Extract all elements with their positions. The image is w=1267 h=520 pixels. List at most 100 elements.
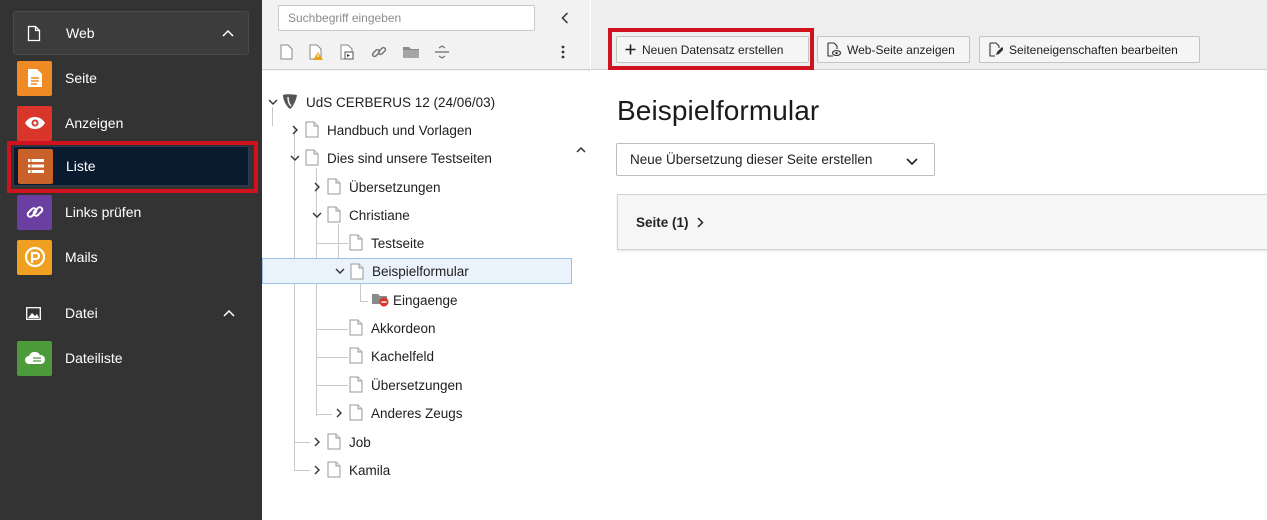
chevron-down-icon[interactable]: [267, 96, 279, 108]
chevron-right-icon[interactable]: [311, 436, 323, 448]
chevron-down-icon[interactable]: [311, 209, 323, 221]
page-icon: [327, 206, 341, 223]
button-label: Web-Seite anzeigen: [847, 42, 955, 57]
module-item-label: Links prüfen: [65, 204, 142, 220]
eye-icon: [17, 105, 52, 141]
tree-node[interactable]: Übersetzungen: [262, 372, 572, 398]
tree-node[interactable]: Kamila: [262, 457, 572, 483]
view-page-icon: [826, 42, 841, 57]
highlight-frame: [608, 28, 814, 70]
chevron-down-icon[interactable]: [289, 152, 301, 164]
module-item-seite[interactable]: Seite: [13, 58, 249, 98]
highlight-frame: [7, 141, 258, 193]
module-item-label: Seite: [65, 70, 97, 86]
folder-restricted-icon: [371, 291, 391, 308]
page-icon: [327, 178, 341, 195]
tree-node-label: Akkordeon: [371, 320, 436, 336]
chevron-right-icon[interactable]: [311, 464, 323, 476]
page-icon: [305, 149, 319, 166]
page-icon: [349, 234, 363, 251]
page-tree-panel: UdS CERBERUS 12 (24/06/03) Handbuch und …: [262, 0, 590, 520]
module-item-label: Anzeigen: [65, 115, 124, 131]
translation-select[interactable]: Neue Übersetzung dieser Seite erstellen: [616, 143, 935, 176]
tree-node-label: Kachelfeld: [371, 348, 435, 364]
module-item-anzeigen[interactable]: Anzeigen: [13, 103, 249, 143]
tree-node-label: Beispielformular: [372, 263, 469, 279]
page-tree-toolbar: [262, 0, 590, 70]
page-icon: [349, 347, 363, 364]
module-group-label: Datei: [65, 305, 98, 321]
page-icon: [305, 121, 319, 138]
page-icon: [349, 376, 363, 393]
tree-node-label: Übersetzungen: [349, 179, 441, 195]
new-page-warning-icon[interactable]: [308, 42, 326, 62]
tree-node-root[interactable]: UdS CERBERUS 12 (24/06/03): [262, 89, 572, 115]
link-icon[interactable]: [370, 42, 388, 62]
button-label: Seiteneigenschaften bearbeiten: [1009, 42, 1178, 57]
module-item-dateiliste[interactable]: Dateiliste: [13, 338, 249, 378]
module-group-datei[interactable]: Datei: [13, 291, 249, 335]
page-icon: [14, 25, 54, 42]
tree-node-label: Testseite: [371, 235, 425, 251]
tree-node[interactable]: Testseite: [262, 230, 572, 256]
module-menu: Web Seite Anzeigen Liste Links prüfen Ma: [0, 0, 262, 520]
tree-node-label: Eingaenge: [393, 292, 458, 308]
chevron-up-icon[interactable]: [209, 309, 249, 317]
tree-node-label: Job: [349, 434, 371, 450]
chevron-right-icon[interactable]: [289, 124, 301, 136]
mail-icon: [17, 239, 52, 275]
page-module-icon: [17, 60, 52, 96]
tree-node[interactable]: Job: [262, 429, 572, 455]
scroll-up-icon[interactable]: [575, 144, 587, 156]
typo3-icon: [282, 93, 297, 110]
tree-node[interactable]: Handbuch und Vorlagen: [262, 117, 572, 143]
new-shortcut-icon[interactable]: [339, 42, 357, 62]
page-tree: UdS CERBERUS 12 (24/06/03) Handbuch und …: [262, 71, 590, 520]
new-page-icon[interactable]: [278, 42, 294, 62]
page-icon: [350, 263, 364, 280]
folder-icon[interactable]: [401, 42, 421, 62]
chevron-right-icon[interactable]: [333, 407, 345, 419]
tree-node[interactable]: Dies sind unsere Testseiten: [262, 145, 572, 171]
tree-node-label: Anderes Zeugs: [371, 405, 463, 421]
tree-node[interactable]: Anderes Zeugs: [262, 400, 572, 426]
tree-search-input[interactable]: [278, 5, 535, 31]
chevron-down-icon: [906, 154, 918, 169]
edit-page-icon: [988, 42, 1003, 57]
page-icon: [349, 404, 363, 421]
more-options-icon[interactable]: [558, 42, 568, 62]
record-panel-title: Seite (1): [636, 214, 689, 230]
tree-node-label: Kamila: [349, 462, 391, 478]
tree-node-label: Christiane: [349, 207, 410, 223]
view-page-button[interactable]: Web-Seite anzeigen: [817, 36, 970, 63]
page-title: Beispielformular: [617, 95, 820, 126]
tree-node-label: Übersetzungen: [371, 377, 463, 393]
module-group-web[interactable]: Web: [13, 11, 249, 55]
tree-node[interactable]: Kachelfeld: [262, 343, 572, 369]
tree-node[interactable]: Eingaenge: [262, 287, 572, 313]
chevron-left-icon[interactable]: [555, 8, 575, 28]
tree-node[interactable]: Beispielformular: [262, 258, 572, 284]
link-check-icon: [17, 194, 52, 230]
module-item-links-pruefen[interactable]: Links prüfen: [13, 192, 249, 232]
edit-page-properties-button[interactable]: Seiteneigenschaften bearbeiten: [979, 36, 1200, 63]
page-icon: [327, 461, 341, 478]
chevron-right-icon: [697, 216, 704, 228]
file-cloud-icon: [17, 340, 52, 376]
record-panel-seite[interactable]: Seite (1): [617, 194, 1267, 250]
chevron-right-icon[interactable]: [311, 181, 323, 193]
module-item-mails[interactable]: Mails: [13, 237, 249, 277]
tree-node[interactable]: Akkordeon: [262, 315, 572, 341]
divider-icon[interactable]: [433, 42, 451, 62]
image-icon: [13, 306, 53, 320]
module-item-label: Dateiliste: [65, 350, 123, 366]
tree-node-label: Handbuch und Vorlagen: [327, 122, 472, 138]
chevron-up-icon[interactable]: [208, 29, 248, 37]
tree-node[interactable]: Übersetzungen: [262, 174, 572, 200]
tree-node[interactable]: Christiane: [262, 202, 572, 228]
chevron-down-icon[interactable]: [334, 265, 346, 277]
module-group-label: Web: [66, 25, 95, 41]
tree-node-label: Dies sind unsere Testseiten: [327, 150, 492, 166]
tree-node-label: UdS CERBERUS 12 (24/06/03): [306, 94, 496, 110]
page-icon: [349, 319, 363, 336]
